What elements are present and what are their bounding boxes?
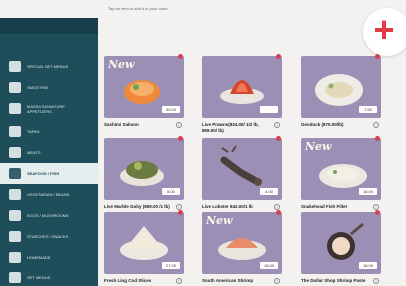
product-photo: 18.00 bbox=[301, 212, 381, 274]
price-tag: 27.00 bbox=[162, 262, 180, 269]
product-name: The Dollar Shop Shrimp Paste bbox=[301, 278, 366, 283]
favorite-indicator bbox=[276, 54, 281, 59]
new-badge: New bbox=[108, 58, 135, 71]
favorite-indicator bbox=[375, 210, 380, 215]
sidebar-item-meats[interactable]: MEATS bbox=[0, 142, 98, 163]
info-icon[interactable]: i bbox=[373, 122, 379, 128]
price-tag: 39.00 bbox=[162, 106, 180, 113]
sidebar-item-homemade[interactable]: HOMEMADE bbox=[0, 247, 98, 268]
sidebar-tab-1[interactable] bbox=[0, 18, 49, 34]
info-icon[interactable]: i bbox=[274, 122, 280, 128]
menu-icon bbox=[9, 272, 21, 283]
product-name: Fresh Ling Cod Slices bbox=[104, 278, 152, 283]
favorite-indicator bbox=[276, 136, 281, 141]
sidebar-item-set-menus[interactable]: SET MENUS bbox=[0, 267, 98, 286]
favorite-indicator bbox=[178, 136, 183, 141]
favorite-indicator bbox=[178, 54, 183, 59]
set-menu-icon bbox=[9, 61, 21, 72]
price-tag: 7.50 bbox=[359, 106, 377, 113]
sidebar-item-vegetarian[interactable]: VEGETARIAN / BEANS bbox=[0, 184, 98, 205]
price-tag: 4.00 bbox=[260, 188, 278, 195]
product-photo: New 18.00 bbox=[202, 212, 282, 274]
product-name: South American Shrimp bbox=[202, 278, 254, 283]
info-icon[interactable]: i bbox=[274, 278, 280, 284]
product-photo: 27.00 bbox=[104, 212, 184, 274]
product-name: Sashimi Salmon bbox=[104, 122, 139, 127]
sidebar-item-label: EGGS / MUSHROOMS bbox=[27, 213, 69, 218]
sidebar-tab-2[interactable] bbox=[49, 18, 98, 34]
product-photo: 4.00 bbox=[202, 138, 282, 200]
price-tag bbox=[260, 106, 278, 113]
product-name: Live Prawns(834.00/ 1/2 lb, 869.00/ lb) bbox=[202, 122, 259, 133]
sidebar-item-label: TAPAS bbox=[27, 129, 40, 134]
instruction-text: Tap an item to add it to your order bbox=[108, 6, 168, 11]
meat-icon bbox=[9, 147, 21, 158]
sidebar-item-label: MEATS bbox=[27, 150, 41, 155]
add-button[interactable]: + bbox=[363, 8, 406, 56]
product-photo: New 18.00 bbox=[301, 138, 381, 200]
vegetable-icon bbox=[9, 189, 21, 200]
sidebar-item-smoothie[interactable]: SMOOTHIE bbox=[0, 77, 98, 98]
homemade-icon bbox=[9, 252, 21, 263]
sidebar-item-label: STARCHES / SNACKS bbox=[27, 234, 69, 239]
fish-icon bbox=[9, 168, 21, 179]
sidebar-item-label: MASSA SIGNATURE APPETIZERS bbox=[27, 103, 65, 114]
price-tag: 8.00 bbox=[162, 188, 180, 195]
product-photo: 7.50 bbox=[301, 56, 381, 118]
product-photo: New 39.00 bbox=[104, 56, 184, 118]
sidebar-item-appetizers[interactable]: MASSA SIGNATURE APPETIZERS bbox=[0, 98, 98, 119]
sidebar-item-eggs[interactable]: EGGS / MUSHROOMS bbox=[0, 205, 98, 226]
sidebar-item-label: SPECIAL SET MENUS bbox=[27, 64, 69, 69]
top-bar: Tap an item to add it to your order bbox=[0, 0, 406, 18]
sidebar-item-tapas[interactable]: TAPAS bbox=[0, 121, 98, 142]
plus-icon: + bbox=[373, 9, 395, 50]
new-badge: New bbox=[206, 214, 233, 227]
price-tag: 18.00 bbox=[359, 262, 377, 269]
product-photo bbox=[202, 56, 282, 118]
active-indicator bbox=[94, 167, 100, 179]
sidebar-item-special-set-menus[interactable]: SPECIAL SET MENUS bbox=[0, 56, 98, 77]
starch-icon bbox=[9, 231, 21, 242]
appetizer-icon bbox=[9, 103, 21, 114]
product-name: Snakehead Fish Fillet bbox=[301, 204, 348, 209]
sidebar-item-label: HOMEMADE bbox=[27, 255, 51, 260]
sidebar-item-label: SEAFOOD / FISH bbox=[27, 171, 60, 176]
favorite-indicator bbox=[375, 136, 380, 141]
new-badge: New bbox=[305, 140, 332, 153]
product-photo: 8.00 bbox=[104, 138, 184, 200]
favorite-indicator bbox=[276, 210, 281, 215]
info-icon[interactable]: i bbox=[176, 122, 182, 128]
pos-screen: Tap an item to add it to your order SPEC… bbox=[0, 0, 406, 286]
sidebar-item-seafood[interactable]: SEAFOOD / FISH bbox=[0, 163, 98, 184]
product-name: Geoduck (875.00/lb) bbox=[301, 122, 344, 127]
sidebar-item-label: SMOOTHIE bbox=[27, 85, 49, 90]
drink-icon bbox=[9, 82, 21, 93]
sidebar-item-label: VEGETARIAN / BEANS bbox=[27, 192, 70, 197]
sidebar-tabs bbox=[0, 18, 98, 34]
sidebar-item-starches[interactable]: STARCHES / SNACKS bbox=[0, 226, 98, 247]
price-tag: 18.00 bbox=[359, 188, 377, 195]
product-name: Live Marble Goby (859.00 /1 lb) bbox=[104, 204, 170, 209]
favorite-indicator bbox=[178, 210, 183, 215]
price-tag: 18.00 bbox=[260, 262, 278, 269]
info-icon[interactable]: i bbox=[373, 278, 379, 284]
tapas-icon bbox=[9, 126, 21, 137]
product-name: Live Lobster 842.00/1 lb bbox=[202, 204, 253, 209]
egg-icon bbox=[9, 210, 21, 221]
sidebar-item-label: SET MENUS bbox=[27, 275, 51, 280]
info-icon[interactable]: i bbox=[176, 278, 182, 284]
category-sidebar: SPECIAL SET MENUS SMOOTHIE MASSA SIGNATU… bbox=[0, 18, 100, 286]
